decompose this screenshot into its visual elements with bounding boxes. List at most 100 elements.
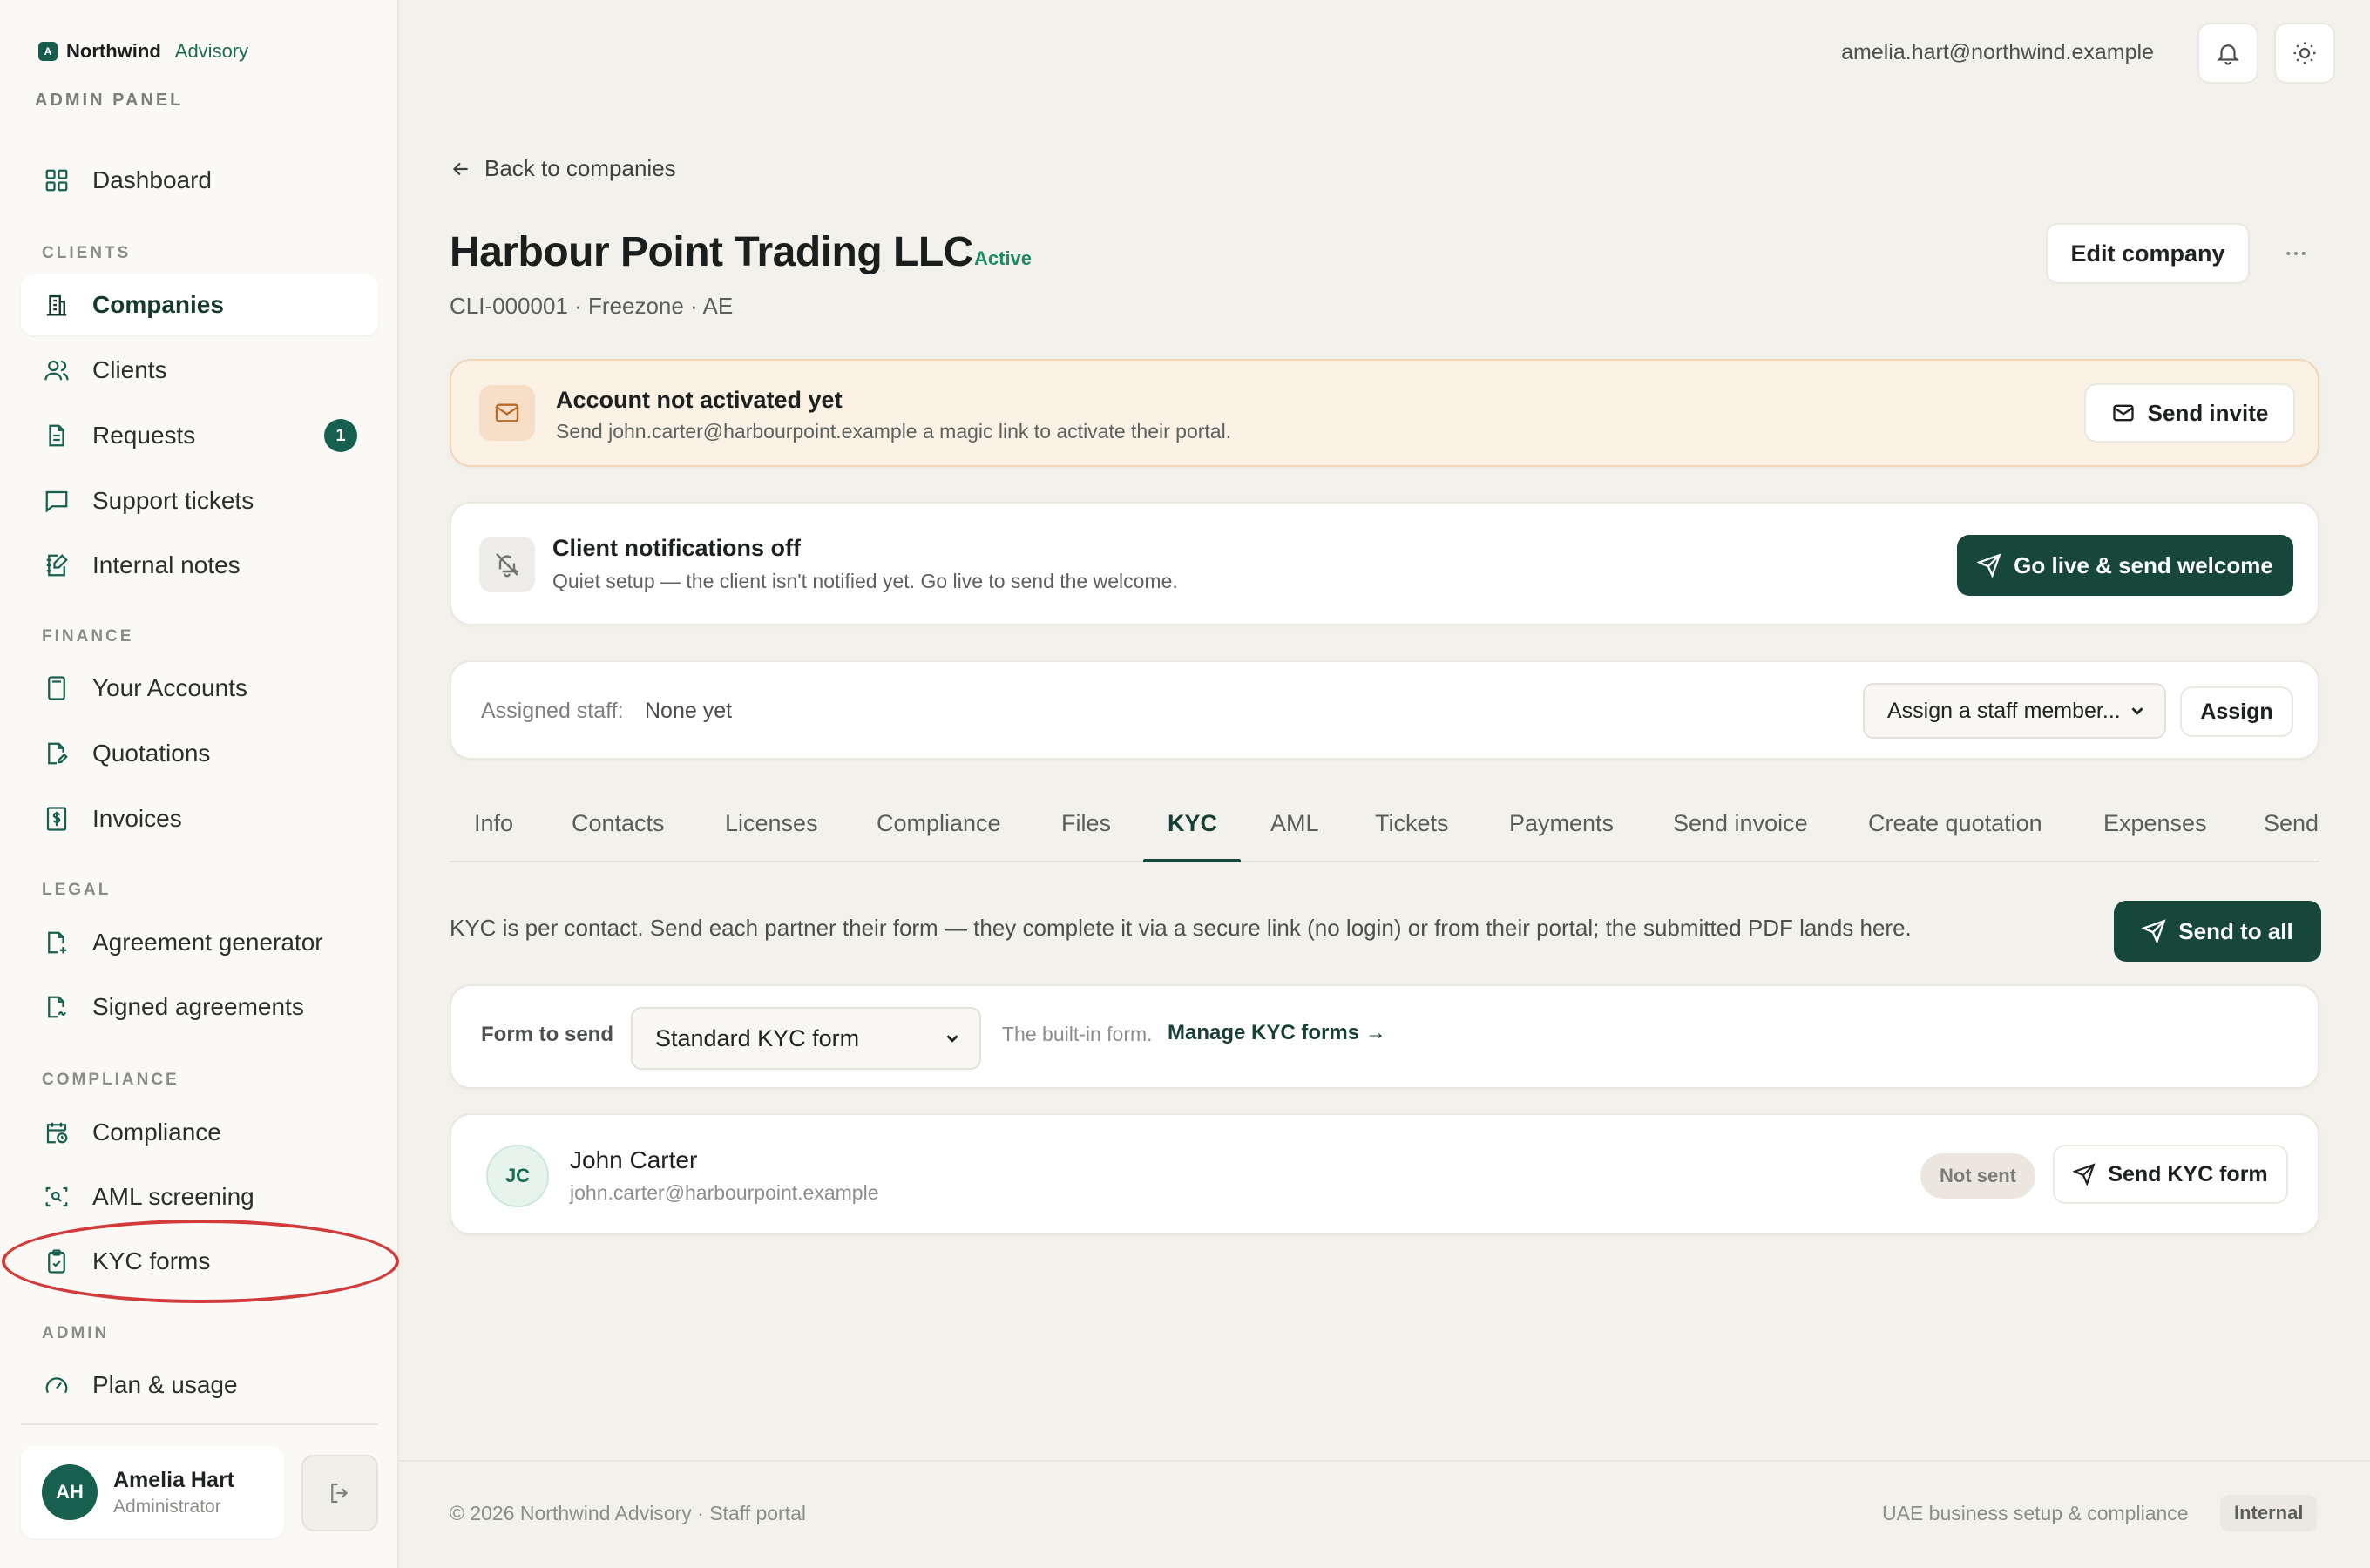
send-icon (2073, 1163, 2096, 1186)
tab-send[interactable]: Send (2264, 810, 2319, 837)
sidebar-item-invoices[interactable]: Invoices (21, 788, 378, 849)
more-options-button[interactable] (2274, 232, 2318, 275)
send-to-all-label: Send to all (2178, 917, 2293, 944)
sidebar-item-label: Clients (92, 356, 167, 383)
mail-icon (2111, 401, 2136, 425)
send-to-all-button[interactable]: Send to all (2114, 901, 2321, 962)
sidebar-item-companies[interactable]: Companies (21, 274, 378, 335)
form-to-send-label: Form to send (481, 1023, 614, 1046)
brand-sub: Advisory (174, 40, 249, 62)
tab-expenses[interactable]: Expenses (2103, 810, 2207, 837)
sidebar-item-label: Invoices (92, 805, 182, 832)
sidebar-item-agreement-generator[interactable]: Agreement generator (21, 912, 378, 973)
tab-tickets[interactable]: Tickets (1375, 810, 1449, 837)
send-kyc-form-button[interactable]: Send KYC form (2053, 1145, 2288, 1204)
mail-icon (479, 385, 535, 441)
go-live-button[interactable]: Go live & send welcome (1957, 535, 2293, 596)
signed-in-email: amelia.hart@northwind.example (1841, 40, 2154, 64)
sidebar-item-internal-notes[interactable]: Internal notes (21, 535, 378, 596)
tab-kyc[interactable]: KYC (1168, 810, 1217, 837)
sidebar-item-label: Internal notes (92, 551, 240, 578)
receipt-dollar-icon (42, 804, 71, 834)
activation-subtitle: Send john.carter@harbourpoint.example a … (556, 420, 1232, 443)
tab-contacts[interactable]: Contacts (572, 810, 665, 837)
edit-company-button[interactable]: Edit company (2046, 223, 2250, 284)
sidebar-item-requests[interactable]: Requests 1 (21, 405, 378, 466)
sidebar-item-label: Signed agreements (92, 993, 304, 1020)
go-live-label: Go live & send welcome (2014, 551, 2273, 578)
tab-create-quotation[interactable]: Create quotation (1868, 810, 2042, 837)
tab-send-invoice[interactable]: Send invoice (1673, 810, 1808, 837)
bell-icon (2215, 40, 2241, 66)
sidebar-item-dashboard[interactable]: Dashboard (21, 150, 378, 211)
assign-button[interactable]: Assign (2180, 686, 2293, 737)
sidebar-item-label: Quotations (92, 740, 211, 767)
assigned-staff-value: None yet (645, 699, 733, 723)
file-plus-icon (42, 928, 71, 957)
sidebar-item-your-accounts[interactable]: Your Accounts (21, 658, 378, 719)
arrow-left-icon (450, 158, 472, 180)
logout-icon (327, 1480, 353, 1506)
theme-toggle-button[interactable] (2274, 23, 2335, 84)
sidebar-item-label: Your Accounts (92, 674, 247, 701)
footer-tagline: UAE business setup & compliance (1882, 1502, 2189, 1524)
contact-name: John Carter (570, 1146, 698, 1173)
notifications-title: Client notifications off (552, 535, 801, 561)
brand-mark: A (38, 42, 58, 61)
user-profile-card[interactable]: AH Amelia Hart Administrator (21, 1446, 284, 1538)
kyc-description: KYC is per contact. Send each partner th… (450, 915, 1912, 941)
send-kyc-form-label: Send KYC form (2108, 1161, 2268, 1186)
user-role: Administrator (113, 1496, 221, 1517)
notebook-pen-icon (42, 551, 71, 580)
chevron-down-icon (943, 1029, 962, 1048)
sidebar-item-label: Agreement generator (92, 929, 323, 956)
sidebar-item-compliance[interactable]: Compliance (21, 1102, 378, 1163)
manage-kyc-forms-link[interactable]: Manage KYC forms → (1168, 1021, 1386, 1045)
tab-aml[interactable]: AML (1270, 810, 1319, 837)
users-icon (42, 355, 71, 385)
activation-title: Account not activated yet (556, 387, 843, 413)
sidebar-item-plan-usage[interactable]: Plan & usage (21, 1355, 378, 1416)
tab-info[interactable]: Info (474, 810, 513, 837)
tab-payments[interactable]: Payments (1509, 810, 1614, 837)
admin-panel-label: ADMIN PANEL (35, 91, 184, 110)
contact-email: john.carter@harbourpoint.example (570, 1181, 879, 1204)
avatar: AH (42, 1464, 98, 1520)
sidebar-item-label: Requests (92, 422, 196, 449)
footer-divider (399, 1460, 2370, 1462)
assigned-staff-card: Assigned staff: None yet Assign a staff … (450, 660, 2319, 760)
tab-compliance[interactable]: Compliance (877, 810, 1001, 837)
staff-select-value: Assign a staff member... (1887, 698, 2121, 723)
more-horizontal-icon (2283, 240, 2309, 267)
notifications-button[interactable] (2197, 23, 2258, 84)
calendar-clock-icon (42, 1118, 71, 1147)
tab-licenses[interactable]: Licenses (725, 810, 818, 837)
sidebar-item-signed-agreements[interactable]: Signed agreements (21, 977, 378, 1037)
section-label-admin: ADMIN (42, 1324, 110, 1342)
gauge-icon (42, 1370, 71, 1400)
page-title: Harbour Point Trading LLC (450, 229, 973, 275)
sidebar-item-quotations[interactable]: Quotations (21, 723, 378, 784)
company-tabs: Info Contacts Licenses Compliance Files … (450, 794, 2319, 862)
builtin-form-note: The built-in form. (1002, 1023, 1153, 1045)
logout-button[interactable] (301, 1455, 378, 1531)
sidebar-item-support-tickets[interactable]: Support tickets (21, 470, 378, 531)
brand-logo[interactable]: A Northwind Advisory (38, 40, 248, 63)
tab-files[interactable]: Files (1061, 810, 1111, 837)
sun-icon (2292, 40, 2318, 66)
kyc-form-select[interactable]: Standard KYC form (631, 1007, 981, 1070)
file-pen-icon (42, 739, 71, 768)
sidebar-item-aml-screening[interactable]: AML screening (21, 1166, 378, 1227)
assigned-staff-label: Assigned staff: (481, 699, 624, 723)
scan-search-icon (42, 1182, 71, 1212)
user-name: Amelia Hart (113, 1467, 234, 1492)
footer-copyright: © 2026 Northwind Advisory · Staff portal (450, 1502, 807, 1524)
document-icon (42, 421, 71, 450)
send-invite-button[interactable]: Send invite (2084, 383, 2295, 443)
active-tab-indicator (1143, 859, 1241, 862)
sidebar-item-clients[interactable]: Clients (21, 340, 378, 401)
status-badge: Active (974, 247, 1033, 269)
staff-member-select[interactable]: Assign a staff member... (1863, 683, 2166, 739)
back-to-companies-link[interactable]: Back to companies (450, 155, 676, 182)
send-invite-label: Send invite (2147, 399, 2269, 426)
